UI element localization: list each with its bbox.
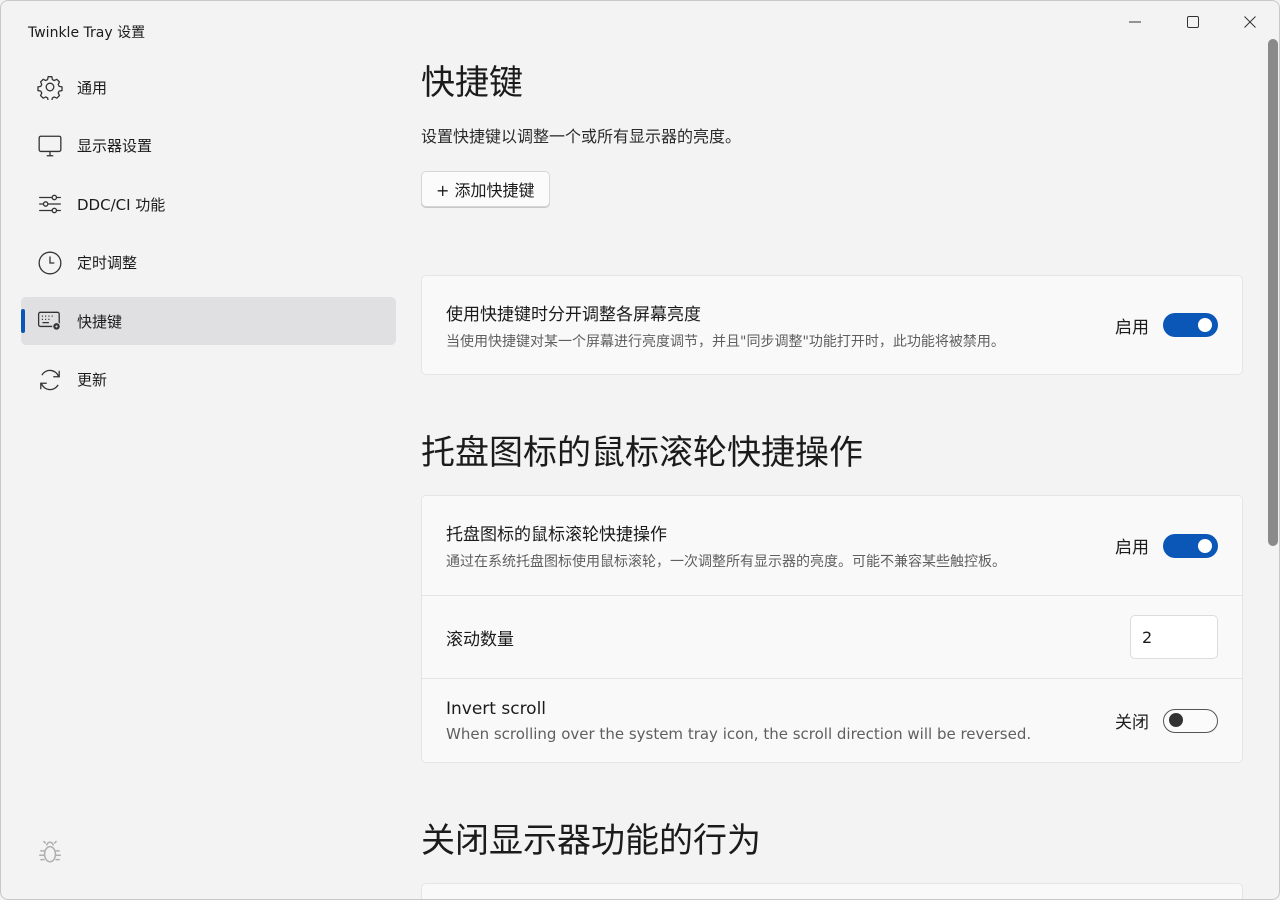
separate-brightness-card: 使用快捷键时分开调整各屏幕亮度 当使用快捷键对某一个屏幕进行亮度调节，并且"同步… — [421, 275, 1243, 375]
add-hotkey-button[interactable]: + 添加快捷键 — [421, 171, 550, 207]
invert-scroll-toggle[interactable] — [1163, 708, 1218, 733]
close-icon — [1244, 16, 1256, 28]
title-bar: Twinkle Tray 设置 — [1, 1, 1279, 49]
bug-icon[interactable] — [37, 839, 63, 865]
minimize-icon — [1129, 21, 1141, 23]
sidebar-item-monitors[interactable]: 显示器设置 — [21, 122, 396, 170]
hotkeys-description: 设置快捷键以调整一个或所有显示器的亮度。 — [421, 127, 742, 146]
maximize-button[interactable] — [1170, 7, 1216, 37]
sliders-icon — [37, 191, 63, 217]
sidebar-item-label: 通用 — [77, 78, 108, 97]
setting-row: Invert scroll When scrolling over the sy… — [422, 678, 1242, 762]
tray-scroll-card: 托盘图标的鼠标滚轮快捷操作 通过在系统托盘图标使用鼠标滚轮，一次调整所有显示器的… — [421, 495, 1243, 763]
sidebar-item-label: DDC/CI 功能 — [77, 195, 166, 214]
gear-icon — [37, 74, 63, 100]
sidebar-item-label: 定时调整 — [77, 254, 138, 273]
sidebar-item-label: 显示器设置 — [77, 137, 153, 156]
sidebar-item-label: 快捷键 — [77, 312, 123, 331]
settings-window: Twinkle Tray 设置 通用 显示器设置 DDC/CI 功能 定时调整 … — [0, 0, 1280, 900]
toggle-knob — [1169, 713, 1183, 727]
tray-scroll-toggle[interactable] — [1163, 533, 1218, 558]
separate-brightness-toggle[interactable] — [1163, 313, 1218, 337]
sidebar-item-general[interactable]: 通用 — [21, 63, 396, 111]
setting-title: 滚动数量 — [446, 629, 514, 650]
setting-subtitle: 通过在系统托盘图标使用鼠标滚轮，一次调整所有显示器的亮度。可能不兼容某些触控板。 — [446, 554, 1006, 570]
sidebar: 通用 显示器设置 DDC/CI 功能 定时调整 快捷键 更新 — [21, 63, 396, 415]
minimize-button[interactable] — [1112, 7, 1158, 37]
sidebar-item-label: 更新 — [77, 371, 108, 390]
toggle-state-label: 启用 — [1115, 538, 1149, 558]
active-indicator — [21, 309, 25, 334]
refresh-icon — [37, 367, 63, 393]
setting-subtitle: 当使用快捷键对某一个屏幕进行亮度调节，并且"同步调整"功能打开时，此功能将被禁用… — [446, 333, 1005, 350]
close-display-card — [421, 883, 1243, 899]
keyboard-gear-icon — [37, 308, 63, 334]
setting-subtitle: When scrolling over the system tray icon… — [446, 724, 1032, 743]
toggle-state-label: 关闭 — [1115, 713, 1149, 733]
toggle-group: 启用 — [1115, 533, 1218, 558]
scroll-amount-input[interactable]: 2 — [1130, 615, 1218, 659]
setting-text: 使用快捷键时分开调整各屏幕亮度 当使用快捷键对某一个屏幕进行亮度调节，并且"同步… — [446, 300, 1115, 351]
maximize-icon — [1187, 16, 1199, 28]
setting-row: 托盘图标的鼠标滚轮快捷操作 通过在系统托盘图标使用鼠标滚轮，一次调整所有显示器的… — [422, 496, 1242, 595]
toggle-knob — [1198, 538, 1212, 553]
toggle-group: 启用 — [1115, 313, 1218, 338]
setting-title: 使用快捷键时分开调整各屏幕亮度 — [446, 304, 701, 325]
setting-row: 滚动数量 2 — [422, 595, 1242, 678]
setting-title: Invert scroll — [446, 698, 547, 719]
sidebar-item-hotkeys[interactable]: 快捷键 — [21, 297, 396, 346]
app-title: Twinkle Tray 设置 — [28, 25, 146, 41]
setting-text: 滚动数量 — [446, 625, 1130, 650]
toggle-state-label: 启用 — [1115, 317, 1149, 338]
tray-scroll-title: 托盘图标的鼠标滚轮快捷操作 — [421, 433, 863, 473]
sidebar-item-schedule[interactable]: 定时调整 — [21, 239, 396, 287]
setting-row: 使用快捷键时分开调整各屏幕亮度 当使用快捷键对某一个屏幕进行亮度调节，并且"同步… — [422, 276, 1242, 374]
scrollbar-thumb[interactable] — [1268, 39, 1278, 546]
hotkeys-title: 快捷键 — [421, 63, 523, 103]
clock-icon — [37, 250, 63, 276]
sidebar-item-ddcci[interactable]: DDC/CI 功能 — [21, 180, 396, 228]
setting-title: 托盘图标的鼠标滚轮快捷操作 — [446, 525, 667, 545]
toggle-knob — [1198, 318, 1212, 332]
setting-text: 托盘图标的鼠标滚轮快捷操作 通过在系统托盘图标使用鼠标滚轮，一次调整所有显示器的… — [446, 520, 1115, 571]
main-content: 快捷键 设置快捷键以调整一个或所有显示器的亮度。 + 添加快捷键 使用快捷键时分… — [421, 61, 1243, 899]
monitor-icon — [37, 133, 63, 159]
toggle-group: 关闭 — [1115, 708, 1218, 733]
close-button[interactable] — [1227, 7, 1273, 37]
sidebar-item-updates[interactable]: 更新 — [21, 356, 396, 404]
close-display-title: 关闭显示器功能的行为 — [421, 821, 761, 861]
setting-text: Invert scroll When scrolling over the sy… — [446, 699, 1115, 743]
